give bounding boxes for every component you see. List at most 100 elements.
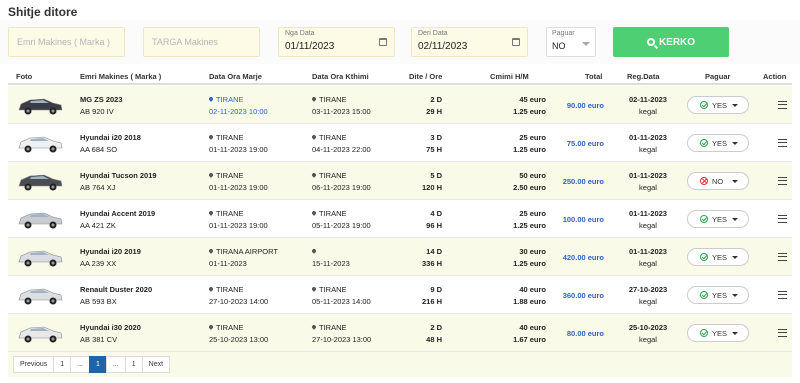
col-days: Dite / Ore: [409, 72, 443, 81]
paid-status-label: YES: [712, 215, 728, 224]
paid-status-label: YES: [712, 253, 728, 262]
table-row[interactable]: Hyundai Tucson 2019 AB 764 XJ TIRANE 01-…: [8, 162, 792, 200]
menu-icon[interactable]: [778, 177, 787, 185]
car-name-placeholder: Emri Makines ( Marka ): [17, 37, 111, 47]
reg-user: kegal: [639, 259, 657, 268]
rental-hours: 120 H: [421, 183, 442, 192]
paid-select-value: NO: [552, 41, 566, 51]
location-pin-icon: [208, 248, 214, 254]
page-button[interactable]: 1: [88, 356, 107, 373]
return-datetime: 03-11-2023 15:00: [312, 107, 371, 116]
car-photo: [18, 326, 63, 343]
rental-days: 2 D: [430, 95, 442, 104]
page-button[interactable]: 1: [53, 356, 72, 373]
search-icon: [646, 38, 655, 46]
check-circle-icon: [700, 253, 708, 261]
page-button[interactable]: ...: [105, 356, 126, 373]
table-row[interactable]: Hyundai i20 2018 AA 684 SO TIRANE 01-11-…: [8, 124, 792, 162]
paid-status-dropdown[interactable]: NO: [687, 172, 749, 190]
rental-hours: 216 H: [421, 297, 442, 306]
reg-date: 01-11-2023: [629, 171, 667, 180]
pickup-location: TIRANE: [208, 133, 244, 142]
paid-status-dropdown[interactable]: YES: [687, 286, 749, 304]
return-city: TIRANE: [319, 171, 347, 180]
paid-status-dropdown[interactable]: YES: [687, 248, 749, 266]
menu-icon[interactable]: [778, 329, 787, 337]
return-datetime: 27-10-2023 13:00: [312, 335, 372, 344]
pickup-datetime: 01-11-2023 19:00: [209, 183, 268, 192]
price-hour: 1.25 euro: [513, 221, 546, 230]
price-day: 30 euro: [519, 247, 546, 256]
car-photo: [18, 250, 63, 267]
calendar-icon[interactable]: [512, 38, 520, 46]
table-row[interactable]: Hyundai Accent 2019 AA 421 ZK TIRANE 01-…: [8, 200, 792, 238]
rental-days: 3 D: [430, 133, 442, 142]
menu-icon[interactable]: [778, 101, 787, 109]
paid-status-dropdown[interactable]: YES: [687, 96, 749, 114]
pickup-city: TIRANE: [216, 209, 244, 218]
return-location: TIRANE: [311, 209, 347, 218]
check-circle-icon: [700, 139, 708, 147]
paid-status-dropdown[interactable]: YES: [687, 324, 749, 342]
location-pin-icon: [208, 210, 214, 216]
car-photo: [18, 136, 63, 153]
menu-icon[interactable]: [778, 291, 787, 299]
reg-date: 01-11-2023: [629, 247, 667, 256]
paid-status-label: YES: [712, 139, 728, 148]
car-plate: AB 920 IV: [80, 107, 114, 116]
total-amount: 90.00 euro: [566, 101, 604, 110]
return-location: TIRANE: [311, 285, 347, 294]
paid-status-label: YES: [712, 329, 728, 338]
caret-down-icon: [732, 218, 738, 221]
return-datetime: 15-11-2023: [312, 259, 350, 268]
table-row[interactable]: Hyundai i30 2020 AB 381 CV TIRANE 25-10-…: [8, 314, 792, 352]
pickup-location: TIRANE: [208, 285, 244, 294]
rental-days: 2 D: [430, 323, 442, 332]
menu-icon[interactable]: [778, 253, 787, 261]
car-photo: [18, 288, 63, 305]
price-day: 45 euro: [519, 95, 546, 104]
location-pin-icon: [311, 134, 317, 140]
car-photo: [18, 212, 63, 229]
car-name: Hyundai i20 2018: [80, 133, 141, 142]
caret-down-icon: [732, 294, 738, 297]
pickup-datetime: 25-10-2023 13:00: [209, 335, 269, 344]
menu-icon[interactable]: [778, 215, 787, 223]
price-hour: 2.50 euro: [513, 183, 546, 192]
car-name: Hyundai i30 2020: [80, 323, 141, 332]
next-page-button[interactable]: Next: [141, 356, 171, 373]
pickup-datetime: 02-11-2023 10:00: [209, 107, 268, 116]
page-button[interactable]: 1: [124, 356, 143, 373]
pickup-city: TIRANA AIRPORT: [216, 247, 278, 256]
car-name: Hyundai i20 2019: [80, 247, 141, 256]
return-location: TIRANE: [311, 95, 347, 104]
date-to-field[interactable]: Deri Data 02/11/2023: [411, 27, 528, 57]
table-row[interactable]: Renault Duster 2020 AB 593 BX TIRANE 27-…: [8, 276, 792, 314]
calendar-icon[interactable]: [379, 38, 387, 46]
car-plate: AB 381 CV: [80, 335, 118, 344]
table-row[interactable]: Hyundai i20 2019 AA 239 XX TIRANA AIRPOR…: [8, 238, 792, 276]
check-circle-icon: [700, 215, 708, 223]
previous-page-button[interactable]: Previous: [13, 356, 55, 373]
reg-date: 01-11-2023: [629, 209, 667, 218]
plate-input[interactable]: TARGA Makines: [143, 27, 260, 57]
total-amount: 75.00 euro: [566, 139, 604, 148]
car-name-input[interactable]: Emri Makines ( Marka ): [8, 27, 125, 57]
paid-status-dropdown[interactable]: YES: [687, 210, 749, 228]
table-row[interactable]: MG ZS 2023 AB 920 IV TIRANE 02-11-2023 1…: [8, 86, 792, 124]
date-to-value: 02/11/2023: [418, 41, 468, 52]
menu-icon[interactable]: [778, 139, 787, 147]
search-button[interactable]: KERKO: [613, 27, 729, 57]
col-paid: Paguar: [705, 72, 731, 81]
page-button[interactable]: ...: [70, 356, 90, 373]
chevron-down-icon: [582, 42, 590, 46]
caret-down-icon: [732, 256, 738, 259]
paid-status-dropdown[interactable]: YES: [687, 134, 749, 152]
return-location: TIRANE: [311, 133, 347, 142]
paid-select-label: Paguar: [552, 30, 575, 37]
reg-user: kegal: [639, 183, 657, 192]
rental-hours: 75 H: [426, 145, 442, 154]
date-from-field[interactable]: Nga Data 01/11/2023: [278, 27, 395, 57]
paid-select[interactable]: Paguar NO: [546, 27, 596, 57]
total-amount: 360.00 euro: [562, 291, 604, 300]
